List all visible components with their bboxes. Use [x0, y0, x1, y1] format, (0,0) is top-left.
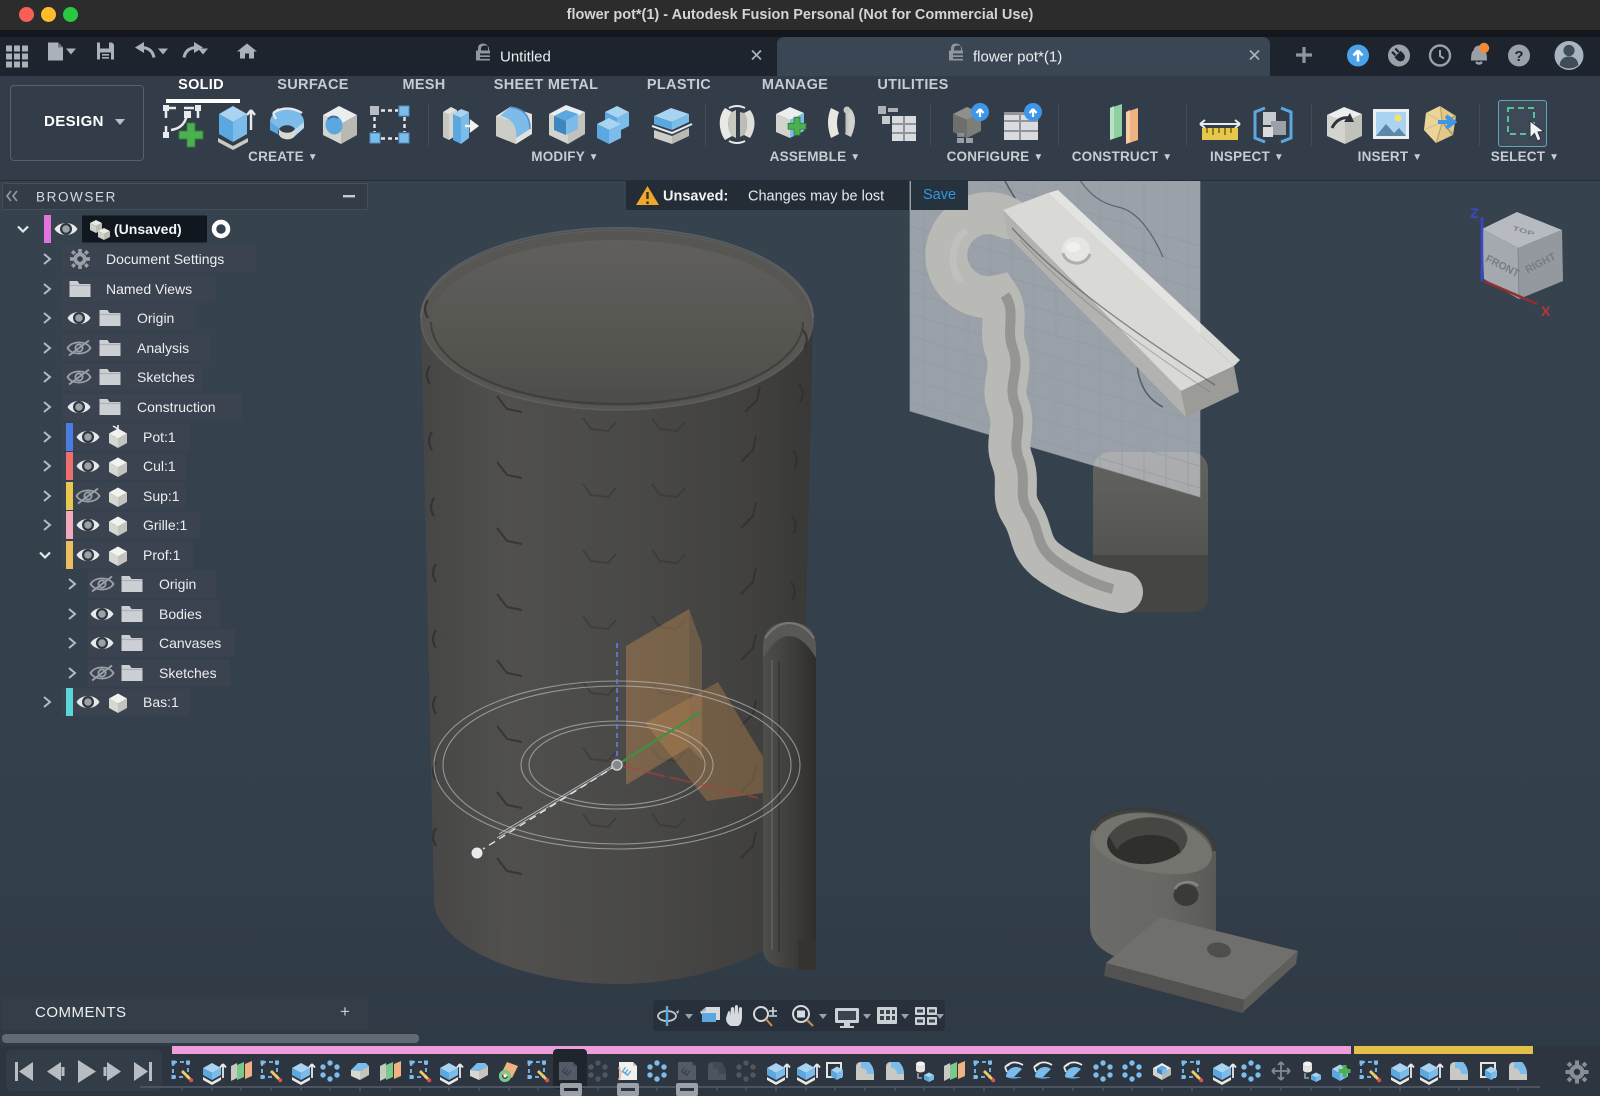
svg-text:Sup:1: Sup:1: [143, 488, 180, 504]
svg-text:Changes may be lost: Changes may be lost: [748, 189, 884, 205]
svg-text:(Unsaved): (Unsaved): [114, 221, 182, 237]
svg-text:Cul:1: Cul:1: [143, 458, 176, 474]
svg-text:Analysis: Analysis: [137, 340, 189, 356]
svg-text:Origin: Origin: [137, 310, 174, 326]
svg-text:Canvases: Canvases: [159, 635, 221, 651]
svg-text:Construction: Construction: [137, 399, 216, 415]
svg-text:flower pot*(1): flower pot*(1): [973, 49, 1062, 66]
svg-text:Bodies: Bodies: [159, 606, 202, 622]
svg-text:Document Settings: Document Settings: [106, 251, 224, 267]
svg-text:Sketches: Sketches: [137, 369, 195, 385]
svg-text:Grille:1: Grille:1: [143, 517, 188, 533]
svg-text:?: ?: [1514, 48, 1523, 65]
svg-text:Named Views: Named Views: [106, 281, 192, 297]
svg-text:Sketches: Sketches: [159, 665, 217, 681]
svg-text:Pot:1: Pot:1: [143, 429, 176, 445]
svg-text:Untitled: Untitled: [500, 49, 551, 66]
svg-text:X: X: [1541, 303, 1551, 319]
svg-text:Unsaved:: Unsaved:: [663, 189, 728, 205]
svg-text:Z: Z: [1470, 205, 1479, 221]
svg-text:Prof:1: Prof:1: [143, 547, 181, 563]
svg-text:Bas:1: Bas:1: [143, 694, 179, 710]
svg-text:Origin: Origin: [159, 576, 196, 592]
